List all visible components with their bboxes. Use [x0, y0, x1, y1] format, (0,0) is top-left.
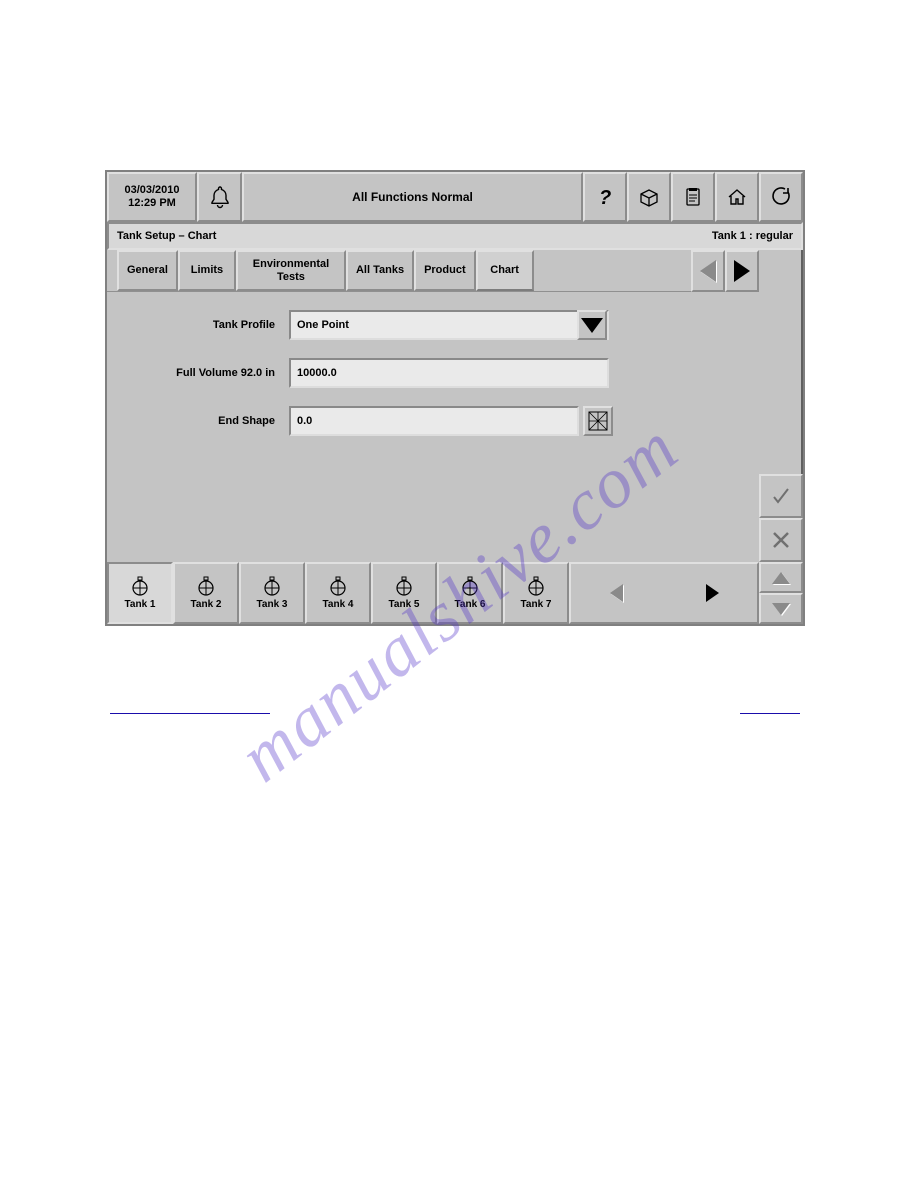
- tank-icon: [131, 576, 149, 596]
- scroll-up-button[interactable]: [759, 562, 803, 593]
- tank-next-button[interactable]: [706, 584, 719, 602]
- down-arrow-icon: [772, 603, 790, 615]
- tab-general[interactable]: General: [117, 250, 178, 291]
- tab-strip: General Limits Environmental Tests All T…: [107, 250, 759, 292]
- tank-label: Tank 1: [125, 599, 156, 610]
- home-icon: [726, 186, 748, 208]
- value-full-volume: 10000.0: [297, 367, 601, 379]
- tank-nav: [569, 562, 759, 624]
- tab-prev-button[interactable]: [691, 250, 725, 292]
- form-area: Tank Profile One Point Full Volume 92.0 …: [107, 292, 759, 562]
- app-window: 03/03/2010 12:29 PM All Functions Normal…: [105, 170, 805, 626]
- screen-title: Tank Setup – Chart: [117, 230, 712, 242]
- left-arrow-icon: [610, 584, 623, 602]
- body-row: General Limits Environmental Tests All T…: [107, 250, 803, 624]
- tank-label: Tank 5: [389, 599, 420, 610]
- label-full-volume: Full Volume 92.0 in: [129, 367, 289, 379]
- right-arrow-icon: [706, 584, 719, 602]
- up-arrow-icon: [772, 572, 790, 584]
- date-text: 03/03/2010: [124, 184, 179, 197]
- tab-nav: [691, 250, 759, 291]
- tab-next-button[interactable]: [725, 250, 759, 292]
- tab-environmental-tests[interactable]: Environmental Tests: [236, 250, 346, 291]
- tab-all-tanks[interactable]: All Tanks: [346, 250, 414, 291]
- tank-button-7[interactable]: Tank 7: [503, 562, 569, 624]
- field-tank-profile[interactable]: One Point: [289, 310, 609, 340]
- tank-icon: [197, 576, 215, 596]
- tank-button-1[interactable]: Tank 1: [107, 562, 173, 624]
- tank-selector-row: Tank 1 Tank 2 Tank 3 Tank 4 Tank 5: [107, 562, 759, 624]
- alarm-button[interactable]: [197, 172, 242, 222]
- clipboard-icon: [682, 186, 704, 208]
- row-tank-profile: Tank Profile One Point: [129, 310, 737, 340]
- tank-icon: [527, 576, 545, 596]
- chevron-down-icon: [581, 318, 603, 333]
- help-button[interactable]: ?: [583, 172, 627, 222]
- top-toolbar: 03/03/2010 12:29 PM All Functions Normal…: [107, 172, 803, 222]
- tab-product[interactable]: Product: [414, 250, 476, 291]
- help-icon: ?: [594, 186, 616, 208]
- home-button[interactable]: [715, 172, 759, 222]
- context-label: Tank 1 : regular: [712, 230, 793, 242]
- tab-chart[interactable]: Chart: [476, 250, 534, 291]
- end-shape-aux-button[interactable]: [583, 406, 613, 436]
- right-sidebar: [759, 250, 803, 624]
- confirm-button[interactable]: [759, 474, 803, 518]
- tank-button-2[interactable]: Tank 2: [173, 562, 239, 624]
- settings-button[interactable]: [671, 172, 715, 222]
- tank-icon: [329, 576, 347, 596]
- tank-label: Tank 6: [455, 599, 486, 610]
- field-full-volume[interactable]: 10000.0: [289, 358, 609, 388]
- reports-button[interactable]: [627, 172, 671, 222]
- tank-label: Tank 4: [323, 599, 354, 610]
- value-end-shape: 0.0: [297, 415, 571, 427]
- datetime-display: 03/03/2010 12:29 PM: [107, 172, 197, 222]
- tank-button-5[interactable]: Tank 5: [371, 562, 437, 624]
- left-arrow-icon: [700, 260, 716, 282]
- keypad-icon: [588, 411, 608, 431]
- back-arrow-icon: [770, 186, 792, 208]
- sidebar-spacer: [759, 250, 803, 474]
- tank-label: Tank 3: [257, 599, 288, 610]
- tank-button-4[interactable]: Tank 4: [305, 562, 371, 624]
- tank-icon: [263, 576, 281, 596]
- row-end-shape: End Shape 0.0: [129, 406, 737, 436]
- breadcrumb-bar: Tank Setup – Chart Tank 1 : regular: [107, 222, 803, 250]
- label-tank-profile: Tank Profile: [129, 319, 289, 331]
- back-button[interactable]: [759, 172, 803, 222]
- doc-links: [110, 713, 800, 714]
- field-end-shape[interactable]: 0.0: [289, 406, 579, 436]
- tank-icon: [461, 576, 479, 596]
- status-message: All Functions Normal: [242, 172, 583, 222]
- tank-button-6[interactable]: Tank 6: [437, 562, 503, 624]
- tank-button-3[interactable]: Tank 3: [239, 562, 305, 624]
- check-icon: [770, 485, 792, 507]
- value-tank-profile: One Point: [297, 319, 577, 331]
- label-end-shape: End Shape: [129, 415, 289, 427]
- dropdown-tank-profile[interactable]: [577, 310, 607, 340]
- doc-link-left[interactable]: [110, 713, 270, 714]
- x-icon: [771, 530, 791, 550]
- time-text: 12:29 PM: [128, 197, 176, 210]
- cancel-button[interactable]: [759, 518, 803, 562]
- tank-prev-button[interactable]: [610, 584, 623, 602]
- tank-label: Tank 7: [521, 599, 552, 610]
- right-arrow-icon: [734, 260, 750, 282]
- svg-text:?: ?: [599, 187, 611, 208]
- tank-label: Tank 2: [191, 599, 222, 610]
- tab-limits[interactable]: Limits: [178, 250, 236, 291]
- tank-icon: [395, 576, 413, 596]
- row-full-volume: Full Volume 92.0 in 10000.0: [129, 358, 737, 388]
- bell-icon: [209, 185, 231, 209]
- main-area: General Limits Environmental Tests All T…: [107, 250, 759, 624]
- scroll-down-button[interactable]: [759, 593, 803, 624]
- box-icon: [638, 186, 660, 208]
- doc-link-right[interactable]: [740, 713, 800, 714]
